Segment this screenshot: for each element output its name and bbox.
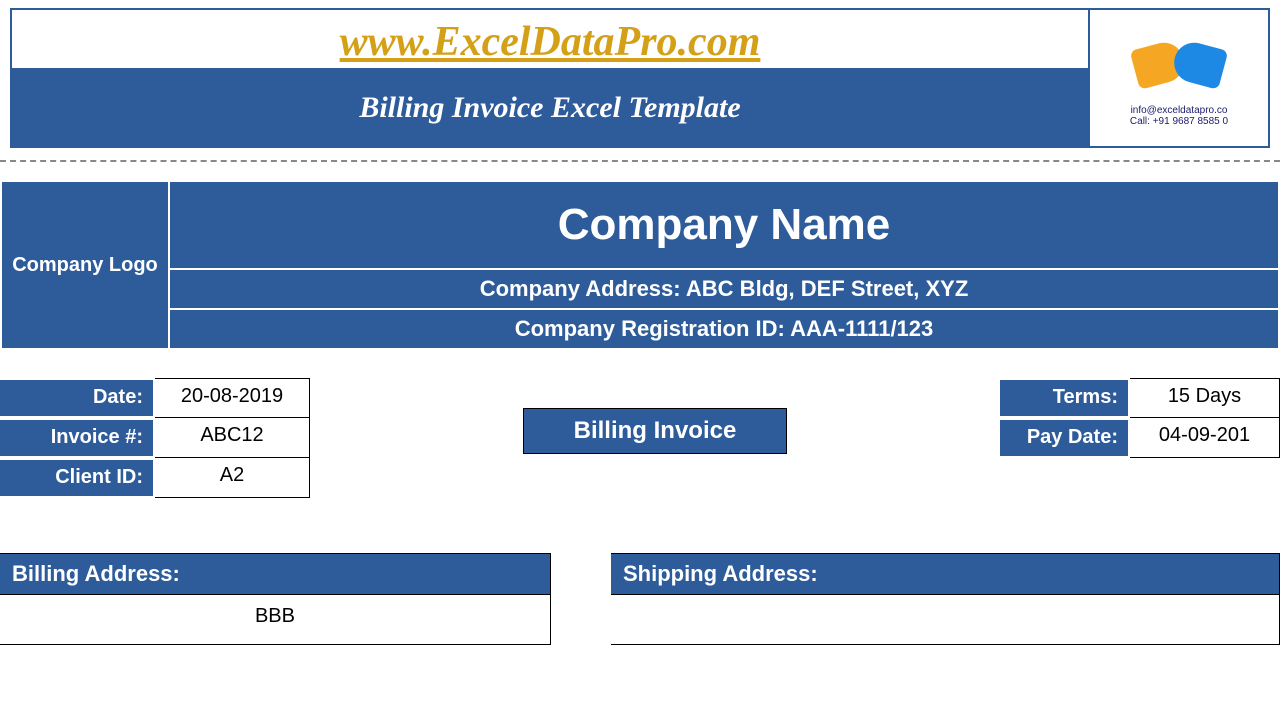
shipping-address-block: Shipping Address:: [611, 553, 1280, 645]
invoice-value[interactable]: ABC12: [155, 418, 310, 458]
billing-address-block: Billing Address: BBB: [0, 553, 551, 645]
invoice-label: Invoice #:: [0, 418, 155, 458]
banner-contact: info@exceldatapro.co Call: +91 9687 8585…: [1088, 10, 1268, 146]
meta-right: Terms: 15 Days Pay Date: 04-09-201: [1000, 378, 1280, 458]
billing-address-value[interactable]: BBB: [0, 595, 551, 645]
date-label: Date:: [0, 378, 155, 418]
contact-phone: Call: +91 9687 8585 0: [1130, 116, 1228, 127]
company-logo-cell: Company Logo: [0, 180, 170, 350]
company-block: Company Logo Company Name Company Addres…: [0, 180, 1280, 350]
date-value[interactable]: 20-08-2019: [155, 378, 310, 418]
banner-left: www.ExcelDataPro.com Billing Invoice Exc…: [12, 10, 1088, 146]
client-label: Client ID:: [0, 458, 155, 498]
paydate-row: Pay Date: 04-09-201: [1000, 418, 1280, 458]
shipping-address-label: Shipping Address:: [611, 553, 1280, 595]
invoice-row: Invoice #: ABC12: [0, 418, 310, 458]
meta-row: Date: 20-08-2019 Invoice #: ABC12 Client…: [0, 378, 1280, 498]
terms-row: Terms: 15 Days: [1000, 378, 1280, 418]
address-row: Billing Address: BBB Shipping Address:: [0, 553, 1280, 645]
company-info: Company Name Company Address: ABC Bldg, …: [170, 180, 1280, 350]
shipping-address-value[interactable]: [611, 595, 1280, 645]
date-row: Date: 20-08-2019: [0, 378, 310, 418]
terms-value[interactable]: 15 Days: [1130, 378, 1280, 418]
billing-address-label: Billing Address:: [0, 553, 551, 595]
banner: www.ExcelDataPro.com Billing Invoice Exc…: [10, 8, 1270, 148]
company-name: Company Name: [170, 180, 1280, 270]
banner-url[interactable]: www.ExcelDataPro.com: [12, 10, 1088, 70]
client-value[interactable]: A2: [155, 458, 310, 498]
document-title: Billing Invoice: [523, 408, 788, 454]
banner-subtitle: Billing Invoice Excel Template: [12, 70, 1088, 146]
handshake-icon: [1134, 29, 1224, 99]
meta-left: Date: 20-08-2019 Invoice #: ABC12 Client…: [0, 378, 310, 498]
paydate-label: Pay Date:: [1000, 418, 1130, 458]
company-address: Company Address: ABC Bldg, DEF Street, X…: [170, 270, 1280, 310]
contact-email: info@exceldatapro.co: [1131, 105, 1228, 116]
company-registration: Company Registration ID: AAA-1111/123: [170, 310, 1280, 350]
terms-label: Terms:: [1000, 378, 1130, 418]
center-title-wrap: Billing Invoice: [310, 378, 1000, 454]
separator: [0, 160, 1280, 162]
paydate-value[interactable]: 04-09-201: [1130, 418, 1280, 458]
client-row: Client ID: A2: [0, 458, 310, 498]
